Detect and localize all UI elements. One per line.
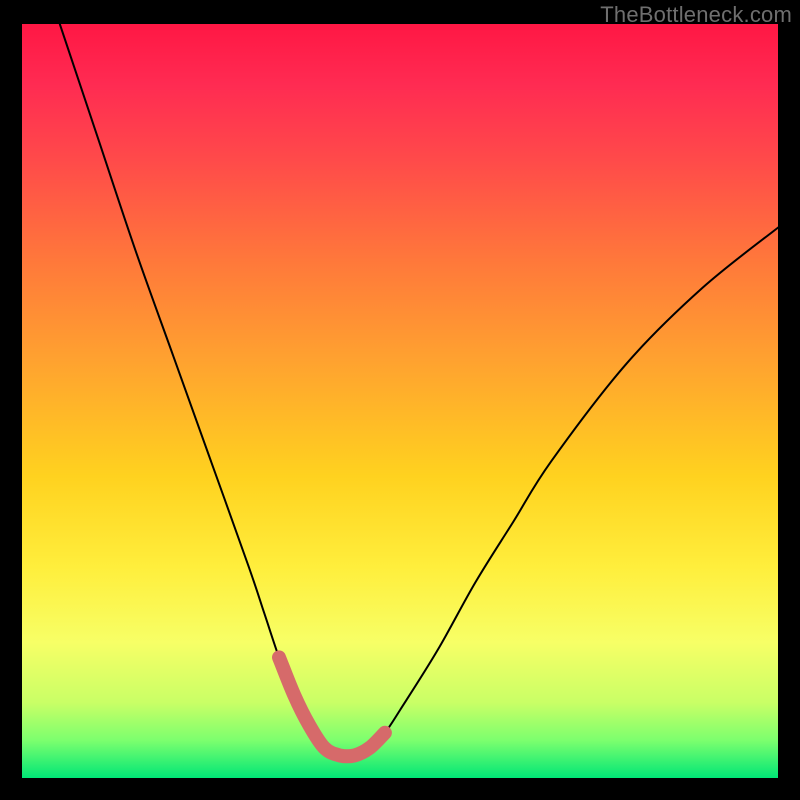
chart-frame: TheBottleneck.com [0,0,800,800]
bottleneck-curve [60,24,778,756]
basin-highlight [279,657,385,756]
plot-area [22,24,778,778]
curve-svg [22,24,778,778]
